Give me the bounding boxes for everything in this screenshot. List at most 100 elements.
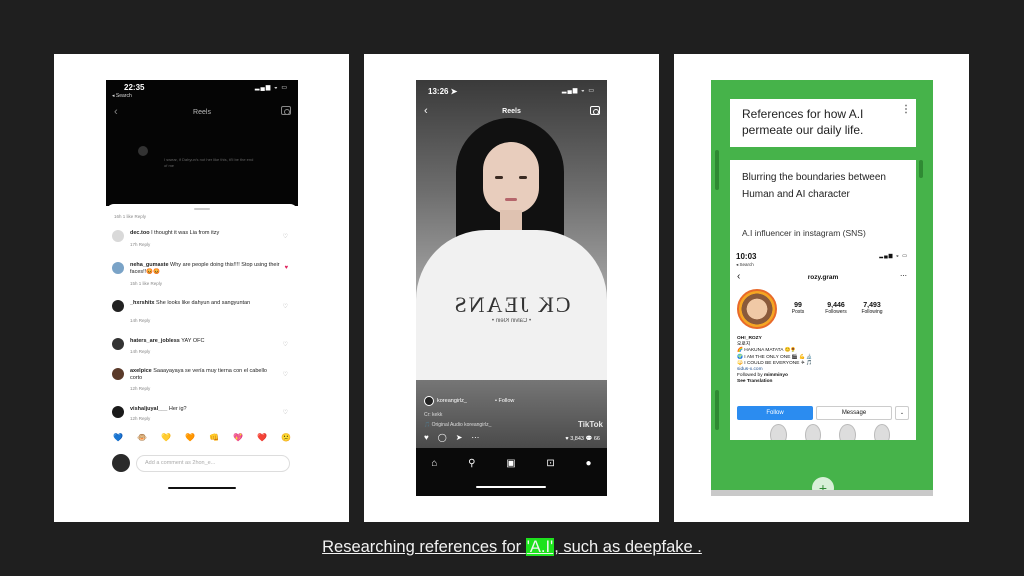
heart-icon[interactable]: ♡ <box>283 303 288 310</box>
instagram-reel-screenshot: CK JEANS • Calvin Klein • 13:26 ➤ ▂▄▆ ◒ … <box>416 80 607 496</box>
reference-card: Blurring the boundaries between Human an… <box>730 160 916 440</box>
reel-username[interactable]: koreangirlz_ <box>437 398 467 404</box>
comment-username[interactable]: dec.too <box>130 230 150 236</box>
camera-icon[interactable] <box>590 106 600 115</box>
comment-username[interactable]: axelpice <box>130 368 152 374</box>
avatar[interactable] <box>424 396 434 406</box>
back-to-search-link[interactable]: ◂ Search <box>112 93 132 99</box>
signal-battery-icon: ▂▄▆ ◒ ▭ <box>254 85 288 91</box>
comments-sheet: 16h 1 like Reply dec.too I thought it wa… <box>106 204 298 496</box>
emoji-button[interactable]: 😕 <box>280 433 292 442</box>
instagram-comments-screenshot: 22:35 ◂ Search ▂▄▆ ◒ ▭ ‹ Reels I swear, … <box>106 80 298 496</box>
card-title: Blurring the boundaries between Human an… <box>742 172 886 200</box>
comment-meta[interactable]: 14h Reply <box>130 318 150 323</box>
reels-title: Reels <box>502 108 521 115</box>
signal-battery-icon: ▂▄▆ ◒ ▭ <box>561 88 595 94</box>
heart-icon[interactable]: ♡ <box>283 233 288 240</box>
emoji-button[interactable]: 💛 <box>160 433 172 442</box>
slide-caption: Researching references for 'A.I', such a… <box>322 538 702 556</box>
story-highlights <box>770 424 890 440</box>
heart-icon[interactable]: ♥ <box>424 433 429 442</box>
follow-button[interactable]: • Follow <box>495 398 514 404</box>
add-icon[interactable]: + <box>812 477 834 490</box>
emoji-button[interactable]: 🐵 <box>136 433 148 442</box>
following-stat[interactable]: 7,493 Following <box>856 302 888 315</box>
comment-meta[interactable]: 14h Reply <box>130 349 150 354</box>
reel-audio[interactable]: 🎵 Original Audio koreangirlz_ <box>424 422 491 428</box>
avatar[interactable] <box>737 289 777 329</box>
status-time: 22:35 <box>124 83 145 92</box>
card-title: References for how A.I permeate our dail… <box>742 107 864 137</box>
blurred-caption: I swear, if Dahyun's not her like this, … <box>164 157 254 168</box>
home-icon[interactable]: ⌂ <box>431 458 437 469</box>
comment-meta[interactable]: 12h Reply <box>130 416 150 421</box>
highlight-item[interactable] <box>839 424 856 440</box>
avatar[interactable] <box>112 230 124 242</box>
heart-icon[interactable]: ♡ <box>283 371 288 378</box>
shop-icon[interactable]: ⊡ <box>546 458 554 469</box>
reel-caption: Cr: kekk <box>424 412 443 418</box>
comment-username[interactable]: vishaljuyal___ <box>130 406 167 412</box>
sheet-drag-handle[interactable] <box>194 208 210 210</box>
scrollbar[interactable] <box>919 160 923 178</box>
card-subtitle: A.I influencer in instagram (SNS) <box>742 228 866 238</box>
emoji-button[interactable]: 💙 <box>112 433 124 442</box>
back-to-search-link[interactable]: ◂ Search <box>736 262 754 268</box>
highlight-item[interactable] <box>873 424 890 440</box>
comment-username[interactable]: neha_gumaste <box>130 262 169 268</box>
comment-text: YAY OFC <box>181 338 205 344</box>
posts-stat[interactable]: 99 Posts <box>782 302 814 315</box>
share-icon[interactable]: ➤ <box>456 433 463 442</box>
signal-battery-icon: ▂▄▆ ◒ ▭ <box>879 253 908 259</box>
reels-icon[interactable]: ▣ <box>506 458 515 469</box>
followed-by-user[interactable]: mimminyo <box>764 373 788 378</box>
scrollbar[interactable] <box>715 150 719 190</box>
avatar[interactable] <box>112 368 124 380</box>
avatar[interactable] <box>112 300 124 312</box>
comment-input[interactable]: Add a comment as 2hon_e... <box>136 455 290 472</box>
status-time: 10:03 <box>736 252 757 261</box>
more-icon[interactable]: ⋯ <box>471 433 479 442</box>
reference-card-header: References for how A.I permeate our dail… <box>730 99 916 147</box>
comment-username[interactable]: _hxrshitx <box>130 300 154 306</box>
profile-username: rozy.gram <box>807 274 839 281</box>
heart-icon[interactable]: ♡ <box>283 341 288 348</box>
followers-stat[interactable]: 9,446 Followers <box>820 302 852 315</box>
chevron-down-icon[interactable]: ⌄ <box>895 406 909 420</box>
camera-icon[interactable] <box>281 106 291 115</box>
heart-icon[interactable]: ♡ <box>283 409 288 416</box>
message-button[interactable]: Message <box>816 406 892 420</box>
comment-count: 💬 66 <box>585 436 601 442</box>
avatar[interactable] <box>112 406 124 418</box>
avatar[interactable] <box>112 338 124 350</box>
bottom-nav: ⌂ ⚲ ▣ ⊡ ● <box>416 458 607 469</box>
slide-panel-comments: 22:35 ◂ Search ▂▄▆ ◒ ▭ ‹ Reels I swear, … <box>54 54 349 522</box>
emoji-button[interactable]: ❤️ <box>256 433 268 442</box>
references-board: References for how A.I permeate our dail… <box>711 80 933 490</box>
emoji-button[interactable]: 💖 <box>232 433 244 442</box>
comment-icon[interactable]: ◯ <box>438 433 447 442</box>
highlight-item[interactable] <box>804 424 821 440</box>
see-translation-link[interactable]: See Translation <box>737 379 907 385</box>
comment-meta[interactable]: 17h Reply <box>130 242 150 247</box>
highlight-item[interactable] <box>770 424 787 440</box>
shirt-sub-text: • Calvin Klein • <box>491 318 532 324</box>
follow-button[interactable]: Follow <box>737 406 813 420</box>
emoji-button[interactable]: 🧡 <box>184 433 196 442</box>
comment-meta[interactable]: 12h Reply <box>130 386 150 391</box>
profile-icon[interactable]: ● <box>586 458 592 469</box>
reels-title: Reels <box>193 109 211 116</box>
like-count: ♥ 3,843 <box>565 436 584 442</box>
emoji-button[interactable]: 👊 <box>208 433 220 442</box>
comment-username[interactable]: haters_are_jobless <box>130 338 180 344</box>
search-icon[interactable]: ⚲ <box>468 458 475 469</box>
more-icon[interactable]: ⋯ <box>900 272 907 280</box>
scrollbar[interactable] <box>715 390 719 430</box>
more-vertical-icon[interactable]: ⋮ <box>901 104 911 115</box>
home-indicator <box>168 487 236 489</box>
avatar[interactable] <box>112 262 124 274</box>
highlighted-term: 'A.I' <box>525 538 555 556</box>
home-indicator <box>476 486 546 488</box>
heart-filled-icon[interactable]: ♥ <box>284 265 288 271</box>
comment-meta[interactable]: 15h 1 like Reply <box>130 281 162 286</box>
